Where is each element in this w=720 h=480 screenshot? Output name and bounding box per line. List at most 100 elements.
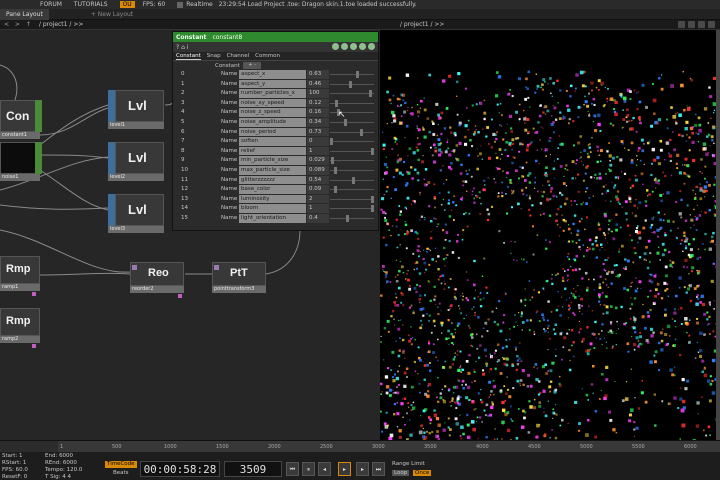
param-slider[interactable] <box>330 74 374 75</box>
param-slider-handle[interactable] <box>355 71 359 78</box>
rend-value[interactable]: 6000 <box>63 460 77 466</box>
end-button[interactable]: ⏭ <box>372 462 385 476</box>
param-value-field[interactable]: 0.34 <box>307 117 329 127</box>
param-value-field[interactable]: 0.16 <box>307 108 329 117</box>
tab-new-layout[interactable]: + New Layout <box>85 9 139 20</box>
param-name-field[interactable]: noise_amplitude <box>239 117 306 127</box>
refresh-icon[interactable] <box>350 43 357 50</box>
close-icon[interactable] <box>708 21 715 28</box>
param-slider-handle[interactable] <box>334 99 338 107</box>
param-name-field[interactable]: light_orientation <box>239 213 306 223</box>
viewer-path[interactable]: / project1 / >> <box>400 21 444 28</box>
param-name-field[interactable]: number_particles_x <box>239 89 306 98</box>
realtime-checkbox[interactable] <box>177 1 184 8</box>
settings-icon[interactable] <box>368 43 375 50</box>
param-slider-handle[interactable] <box>352 176 356 184</box>
timeline-ruler[interactable]: 1 500 1000 1500 2000 2500 3000 3500 4000 4500 5000… <box>0 440 720 453</box>
param-name-field[interactable]: noise_z_speed <box>239 108 306 117</box>
render-viewer[interactable] <box>380 30 720 440</box>
param-slider[interactable] <box>330 160 374 162</box>
node-level3[interactable]: Lvl level3 <box>108 194 164 234</box>
tab-channel[interactable]: Channel <box>227 53 250 59</box>
rewind-button[interactable]: ⏮ <box>286 462 299 476</box>
param-value-field[interactable]: 0.09 <box>307 185 329 194</box>
node-reorder2[interactable]: Reo reorder2 <box>130 262 184 298</box>
split-icon[interactable] <box>678 21 685 28</box>
help-icon[interactable]: ? ⌂ i <box>176 44 188 51</box>
param-slider-handle[interactable] <box>330 138 333 146</box>
param-slider-handle[interactable] <box>331 157 335 165</box>
forum-link[interactable]: FORUM <box>40 1 62 8</box>
wire-icon[interactable] <box>341 43 348 50</box>
frame-display[interactable]: 3509 <box>224 461 282 477</box>
param-value-field[interactable]: 0.63 <box>307 70 329 79</box>
viewer-scrollbar[interactable] <box>716 30 720 440</box>
pin-icon[interactable] <box>688 21 695 28</box>
param-value-field[interactable]: 0.089 <box>307 165 329 175</box>
fps-bottom-value[interactable]: 60.0 <box>16 467 28 473</box>
tempo-value[interactable]: 120.0 <box>67 467 83 473</box>
param-name-field[interactable]: relief <box>239 146 306 156</box>
tab-common[interactable]: Common <box>255 53 280 59</box>
param-value-field[interactable]: 1 <box>307 204 329 213</box>
param-value-field[interactable]: 0.12 <box>307 98 329 108</box>
param-name-field[interactable]: aspect_x <box>239 70 306 79</box>
pause-button[interactable]: ⏸ <box>302 462 315 476</box>
param-name-field[interactable]: bloom <box>239 204 306 213</box>
tab-snap[interactable]: Snap <box>207 53 221 59</box>
param-value-field[interactable]: 0.4 <box>307 213 329 223</box>
home-icon[interactable] <box>698 21 705 28</box>
add-remove-button[interactable]: + - <box>243 62 261 69</box>
node-ramp1[interactable]: Rmp ramp1 <box>0 256 40 300</box>
param-slider-handle[interactable] <box>348 80 352 88</box>
param-name-field[interactable]: aspect_y <box>239 79 306 89</box>
param-slider-handle[interactable] <box>333 186 337 194</box>
param-name-field[interactable]: noise_xy_speed <box>239 98 306 108</box>
play-button[interactable]: ▸ <box>338 462 351 476</box>
param-name-field[interactable]: max_particle_size <box>239 165 306 175</box>
param-name-field[interactable]: luminosity <box>239 194 306 204</box>
timecode-button[interactable]: TimeCode <box>105 461 137 468</box>
param-slider-handle[interactable] <box>333 166 337 174</box>
param-slider[interactable] <box>330 83 374 85</box>
node-constant1[interactable]: Con constant1 <box>0 100 42 144</box>
param-slider[interactable] <box>330 198 374 200</box>
nav-arrows[interactable]: < > ↑ <box>4 21 33 28</box>
param-value-field[interactable]: 0.54 <box>307 175 329 185</box>
param-slider-handle[interactable] <box>371 147 374 155</box>
param-slider-handle[interactable] <box>346 214 350 222</box>
param-slider[interactable] <box>330 121 374 123</box>
timecode-display[interactable]: 00:00:58:28 <box>140 461 220 477</box>
param-name-field[interactable]: base_color <box>239 185 306 194</box>
edit-icon[interactable] <box>332 43 339 50</box>
param-value-field[interactable]: 2 <box>307 194 329 204</box>
param-value-field[interactable]: 1 <box>307 146 329 156</box>
param-slider[interactable] <box>330 217 374 219</box>
param-slider[interactable] <box>330 93 374 95</box>
add-icon[interactable] <box>359 43 366 50</box>
tutorials-link[interactable]: TUTORIALS <box>74 1 108 8</box>
beats-button[interactable]: Beats <box>113 470 129 476</box>
param-name-field[interactable]: noise_period <box>239 127 306 137</box>
param-slider-handle[interactable] <box>371 195 374 203</box>
tab-pane-layout[interactable]: Pane Layout <box>0 8 49 20</box>
end-value[interactable]: 6000 <box>59 453 73 459</box>
param-slider-handle[interactable] <box>343 118 347 126</box>
param-name-field[interactable]: min_particle_size <box>239 156 306 165</box>
param-value-field[interactable]: 0.46 <box>307 79 329 89</box>
loop-button[interactable]: Loop <box>392 470 410 476</box>
start-value[interactable]: 1 <box>19 453 23 459</box>
node-noise1[interactable]: noise1 <box>0 142 42 182</box>
param-value-field[interactable]: 0 <box>307 137 329 146</box>
param-slider[interactable] <box>330 141 374 143</box>
step-forward-button[interactable]: ▸ <box>356 462 369 476</box>
param-slider-handle[interactable] <box>359 128 363 136</box>
param-slider[interactable] <box>330 131 374 133</box>
rstart-value[interactable]: 1 <box>23 460 27 466</box>
node-level1[interactable]: Lvl level1 <box>108 90 164 130</box>
once-button[interactable]: Once <box>413 470 432 476</box>
node-ramp2[interactable]: Rmp ramp2 <box>0 308 40 352</box>
step-back-button[interactable]: ◂ <box>318 462 331 476</box>
tab-constant[interactable]: Constant <box>176 53 201 60</box>
node-pointtransform3[interactable]: PtT pointtransform3 <box>212 262 266 298</box>
